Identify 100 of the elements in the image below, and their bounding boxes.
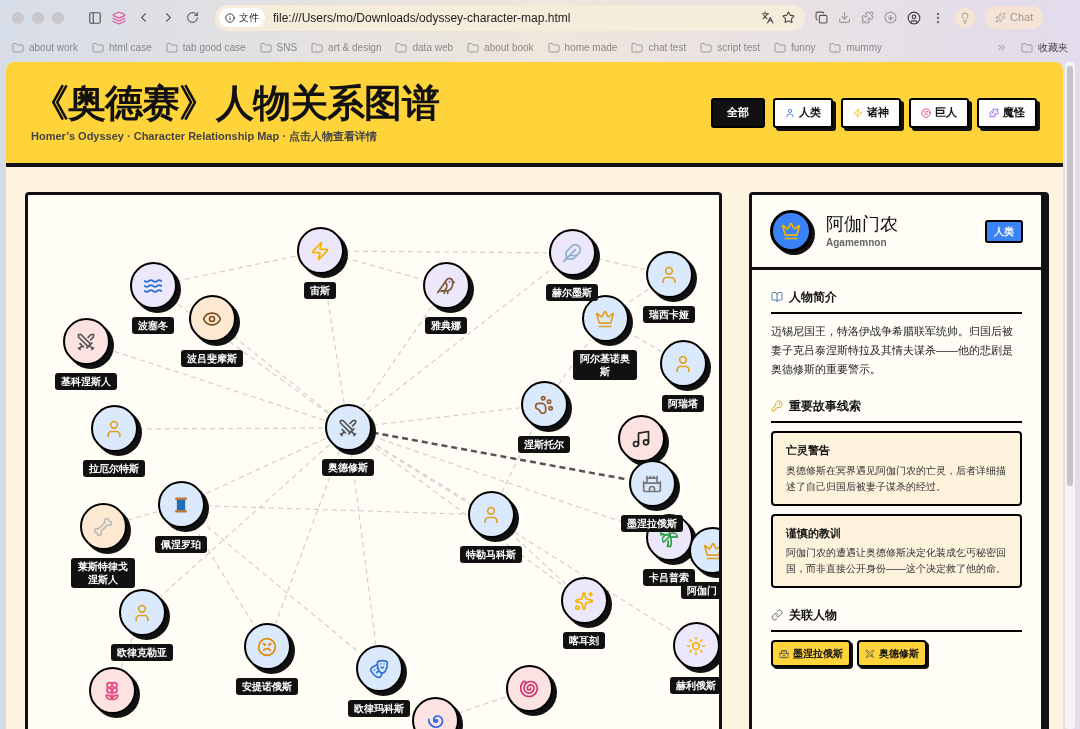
castle-icon [779, 648, 789, 659]
crown-icon [702, 540, 719, 561]
folder-icon [829, 41, 842, 54]
section-heading: 关联人物 [789, 607, 837, 624]
clue-text: 阿伽门农的遭遇让奥德修斯决定化装成乞丐秘密回国，而非直接公开身份——这个决定救了他的命。 [786, 546, 1007, 576]
clue-title: 亡灵警告 [786, 443, 831, 458]
bookmark-item[interactable]: funny [774, 40, 816, 55]
related-character-chip[interactable]: 奥德修斯 [857, 640, 927, 667]
character-name: 阿伽门农 [826, 212, 899, 235]
site-info-chip[interactable]: 文件 [219, 8, 265, 27]
copy-icon[interactable] [815, 11, 828, 24]
sparkles-icon [574, 590, 594, 611]
link-icon [771, 609, 783, 621]
section-heading: 重要故事线索 [789, 398, 861, 415]
page-title: 《奥德赛》人物关系图谱 [31, 81, 439, 127]
node-label: 瑞西卡娅 [643, 306, 695, 323]
scrollbar[interactable] [1065, 62, 1075, 729]
bio-text: 迈锡尼国王，特洛伊战争希腊联军统帅。归国后被妻子克吕泰涅斯特拉及其情夫谋杀——他的悲剧是奥德修斯的重要警示。 [771, 324, 1014, 377]
bookmark-item[interactable]: mummy [829, 40, 883, 55]
connector-line [625, 288, 649, 306]
folder-icon [311, 41, 324, 54]
filter-tab[interactable]: 巨人 [909, 97, 969, 128]
chat-button[interactable]: Chat [985, 6, 1044, 29]
folder-icon [700, 41, 713, 54]
node-label: 欧律玛科斯 [348, 700, 410, 717]
node-label: 宙斯 [304, 282, 336, 299]
lightning-icon [853, 107, 863, 118]
address-bar[interactable]: 文件 file:///Users/mo/Downloads/odyssey-character-map.html [215, 4, 805, 31]
folder-icon [774, 41, 786, 54]
bookmark-item[interactable]: chat test [631, 40, 687, 55]
bookmark-item[interactable]: tab good case [165, 40, 246, 55]
node-label: 赫利俄斯 [670, 677, 719, 694]
sidebar-icon[interactable] [88, 10, 102, 25]
node-label: 拉厄尔特斯 [83, 460, 145, 477]
swords-icon [865, 648, 875, 659]
crown-icon [595, 308, 615, 329]
node-label: 奥德修斯 [322, 459, 374, 476]
bookmark-item[interactable]: about book [467, 40, 534, 55]
bookmark-item[interactable]: html case [91, 40, 152, 55]
castle-icon [642, 473, 662, 494]
layers-icon[interactable] [112, 10, 126, 25]
section-heading: 人物简介 [789, 289, 837, 306]
swords-icon [338, 417, 358, 438]
angry-face-icon [257, 636, 277, 657]
info-icon [225, 12, 235, 23]
page-subtitle: Homer’s Odyssey · Character Relationship Map · 点击人物查看详情 [31, 129, 378, 145]
bone-icon [93, 516, 113, 537]
book-icon [771, 291, 783, 303]
clue-text: 奥德修斯在冥界遇见阿伽门农的亡灵，后者详细描述了自己归国后被妻子谋杀的经过。 [786, 463, 1007, 494]
node-label: 卡吕普索 [643, 569, 695, 586]
bookmark-folder[interactable]: 收藏夹 [1021, 40, 1068, 55]
profile-icon[interactable] [907, 10, 921, 25]
character-node[interactable] [617, 415, 665, 462]
node-label: 特勒马科斯 [460, 546, 522, 563]
crown-icon [781, 221, 801, 241]
connector-line [458, 696, 506, 714]
translate-icon[interactable] [761, 11, 774, 24]
person-icon [481, 504, 501, 525]
folder-icon [467, 41, 480, 54]
filter-tab[interactable]: 魔怪 [977, 97, 1037, 128]
lightning-icon [310, 240, 330, 261]
folder-icon [165, 41, 178, 54]
folder-icon [631, 41, 644, 54]
bookmark-item[interactable]: script test [700, 40, 760, 55]
folder-icon [395, 41, 408, 54]
node-label: 雅典娜 [425, 317, 467, 334]
node-label: 基科涅斯人 [55, 373, 117, 390]
node-label: 佩涅罗珀 [155, 536, 207, 553]
node-label: 安提诺俄斯 [236, 678, 298, 695]
person-icon [104, 418, 124, 439]
node-label: 波塞冬 [132, 317, 174, 334]
filter-tab[interactable]: 全部 [711, 97, 765, 128]
node-label: 赫尔墨斯 [546, 284, 598, 301]
node-label: 喀耳刻 [563, 632, 605, 649]
lightbulb-icon [959, 11, 971, 24]
person-icon [673, 353, 693, 374]
related-character-chip[interactable]: 墨涅拉俄斯 [771, 640, 851, 667]
bookmark-item[interactable]: SNS [259, 40, 298, 55]
bookmark-star-icon[interactable] [782, 11, 795, 24]
angry-face-icon [921, 107, 931, 118]
node-label: 阿伽门 [681, 582, 719, 599]
folder-icon [1021, 41, 1033, 54]
folder-icon [259, 41, 272, 54]
connector-line [126, 511, 158, 521]
bookmark-item[interactable]: data web [395, 40, 454, 55]
key-icon [771, 400, 783, 412]
filter-tab[interactable]: 诸神 [841, 97, 901, 128]
bookmark-item[interactable]: home made [547, 40, 618, 55]
bookmark-item[interactable]: art & design [311, 40, 382, 55]
url-text: file:///Users/mo/Downloads/odyssey-character-map.html [273, 9, 572, 27]
person-icon [132, 602, 152, 623]
reload-icon[interactable] [186, 11, 199, 24]
node-label: 涅斯托尔 [518, 436, 570, 453]
bookmark-item[interactable]: about work [12, 40, 78, 55]
feather-icon [562, 242, 582, 263]
folder-icon [91, 41, 104, 54]
person-icon [659, 264, 679, 285]
sparkle-icon [995, 12, 1006, 23]
filter-tab[interactable]: 人类 [773, 97, 833, 128]
node-label: 欧律克勒亚 [111, 644, 173, 661]
